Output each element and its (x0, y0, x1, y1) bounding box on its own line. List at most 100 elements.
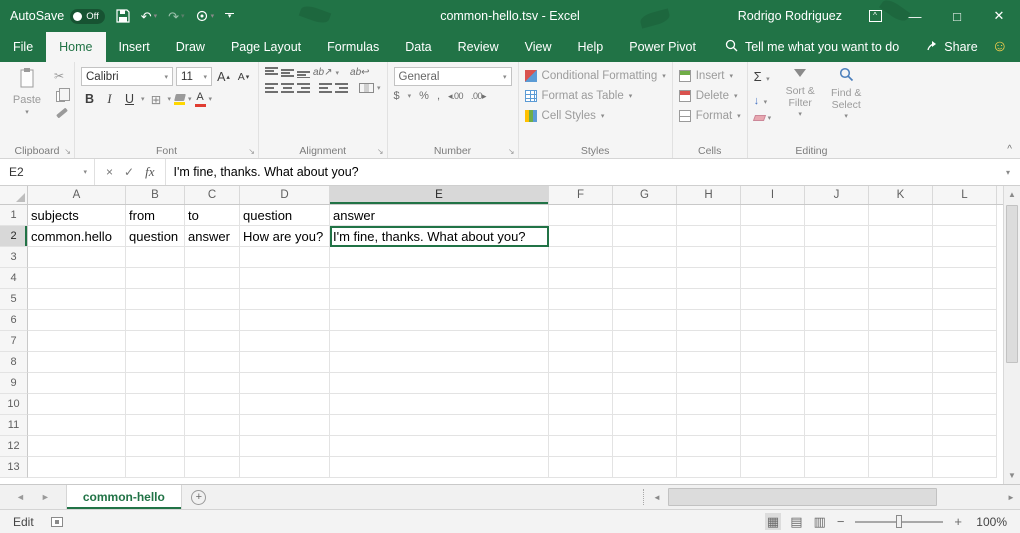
fill-color-dropdown-icon[interactable]: ▾ (188, 95, 192, 103)
cell-L5[interactable] (933, 289, 997, 310)
find-select-button[interactable]: Find & Select ▾ (823, 67, 869, 122)
expand-formula-bar-icon[interactable]: ▾ (996, 159, 1020, 185)
cell-J5[interactable] (805, 289, 869, 310)
select-all-corner[interactable] (0, 186, 28, 204)
cell-D2[interactable]: How are you? (240, 226, 330, 247)
cell-A10[interactable] (28, 394, 126, 415)
cell-J1[interactable] (805, 205, 869, 226)
cell-J7[interactable] (805, 331, 869, 352)
ribbon-display-options-icon[interactable]: ^ (856, 0, 894, 32)
cell-C5[interactable] (185, 289, 240, 310)
decrease-font-size-icon[interactable]: A▾ (235, 68, 252, 86)
cell-J9[interactable] (805, 373, 869, 394)
cell-C3[interactable] (185, 247, 240, 268)
format-as-table-button[interactable]: Format as Table ▾ (525, 87, 666, 104)
delete-cells-button[interactable]: Delete ▾ (679, 87, 741, 104)
comma-style-icon[interactable]: , (437, 90, 440, 102)
clipboard-dialog-launcher-icon[interactable]: ↘ (64, 147, 71, 156)
cell-F12[interactable] (549, 436, 613, 457)
cell-B9[interactable] (126, 373, 185, 394)
cell-G6[interactable] (613, 310, 677, 331)
align-center-icon[interactable] (281, 82, 294, 93)
cell-D1[interactable]: question (240, 205, 330, 226)
undo-icon[interactable]: ↶▾ (141, 10, 157, 23)
font-color-icon[interactable]: A (195, 92, 206, 107)
ribbon-tab-data[interactable]: Data (392, 32, 444, 62)
merge-center-icon[interactable] (359, 83, 374, 93)
column-header-A[interactable]: A (28, 186, 126, 204)
cell-B11[interactable] (126, 415, 185, 436)
page-break-view-icon[interactable]: ▥ (814, 515, 826, 528)
column-header-I[interactable]: I (741, 186, 805, 204)
accounting-format-icon[interactable]: $ (394, 90, 400, 102)
cell-H13[interactable] (677, 457, 741, 478)
cell-H12[interactable] (677, 436, 741, 457)
row-header-3[interactable]: 3 (0, 247, 28, 268)
scroll-down-icon[interactable]: ▼ (1004, 467, 1020, 484)
ribbon-tab-home[interactable]: Home (46, 32, 105, 62)
cell-F13[interactable] (549, 457, 613, 478)
cell-E10[interactable] (330, 394, 549, 415)
column-header-D[interactable]: D (240, 186, 330, 204)
cell-C9[interactable] (185, 373, 240, 394)
increase-font-size-icon[interactable]: A▴ (215, 68, 232, 86)
cell-L7[interactable] (933, 331, 997, 352)
font-size-combo[interactable]: 11▾ (176, 67, 212, 86)
scroll-left-icon[interactable]: ◄ (648, 485, 666, 509)
cell-C1[interactable]: to (185, 205, 240, 226)
cell-B1[interactable]: from (126, 205, 185, 226)
orientation-dropdown-icon[interactable]: ▾ (336, 69, 340, 77)
cell-J10[interactable] (805, 394, 869, 415)
align-left-icon[interactable] (265, 82, 278, 93)
cell-A12[interactable] (28, 436, 126, 457)
horizontal-scrollbar[interactable]: ◄ ► (648, 485, 1020, 509)
cell-I12[interactable] (741, 436, 805, 457)
cell-D4[interactable] (240, 268, 330, 289)
cell-B2[interactable]: question (126, 226, 185, 247)
cell-G13[interactable] (613, 457, 677, 478)
cell-A6[interactable] (28, 310, 126, 331)
cell-A3[interactable] (28, 247, 126, 268)
redo-icon[interactable]: ↷▾ (168, 10, 184, 23)
cell-D10[interactable] (240, 394, 330, 415)
autosave-pill[interactable]: Off (70, 9, 105, 24)
cell-B7[interactable] (126, 331, 185, 352)
number-dialog-launcher-icon[interactable]: ↘ (508, 147, 515, 156)
share-button[interactable]: Share (926, 39, 977, 55)
cell-D5[interactable] (240, 289, 330, 310)
cell-H3[interactable] (677, 247, 741, 268)
column-header-G[interactable]: G (613, 186, 677, 204)
autosum-button[interactable]: Σ ▾ (754, 68, 772, 86)
cell-C8[interactable] (185, 352, 240, 373)
close-button[interactable]: ✕ (978, 0, 1020, 32)
cut-icon[interactable]: ✂ (54, 69, 68, 83)
sheet-tab-common-hello[interactable]: common-hello (66, 485, 182, 509)
row-header-5[interactable]: 5 (0, 289, 28, 310)
number-format-combo[interactable]: General▾ (394, 67, 512, 86)
wrap-text-icon[interactable]: ab↩ (350, 67, 370, 78)
merge-center-dropdown-icon[interactable]: ▾ (377, 84, 381, 92)
cell-B5[interactable] (126, 289, 185, 310)
cell-D12[interactable] (240, 436, 330, 457)
vertical-scrollbar[interactable]: ▲ ▼ (1003, 186, 1020, 484)
feedback-smiley-icon[interactable]: ☺ (992, 39, 1008, 55)
cell-K6[interactable] (869, 310, 933, 331)
cell-C2[interactable]: answer (185, 226, 240, 247)
cell-F7[interactable] (549, 331, 613, 352)
confirm-entry-icon[interactable]: ✓ (124, 165, 134, 179)
cell-A4[interactable] (28, 268, 126, 289)
cell-J12[interactable] (805, 436, 869, 457)
cell-H5[interactable] (677, 289, 741, 310)
row-header-8[interactable]: 8 (0, 352, 28, 373)
row-header-10[interactable]: 10 (0, 394, 28, 415)
touch-mouse-mode-icon[interactable]: ▾ (196, 10, 215, 23)
cell-E6[interactable] (330, 310, 549, 331)
cell-H9[interactable] (677, 373, 741, 394)
decrease-decimal-icon[interactable]: .00▸ (471, 91, 486, 102)
cell-B13[interactable] (126, 457, 185, 478)
borders-icon[interactable]: ⊞ (148, 90, 165, 108)
cell-F1[interactable] (549, 205, 613, 226)
cell-I13[interactable] (741, 457, 805, 478)
cell-C13[interactable] (185, 457, 240, 478)
cell-E2[interactable]: I'm fine, thanks. What about you? (330, 226, 549, 247)
